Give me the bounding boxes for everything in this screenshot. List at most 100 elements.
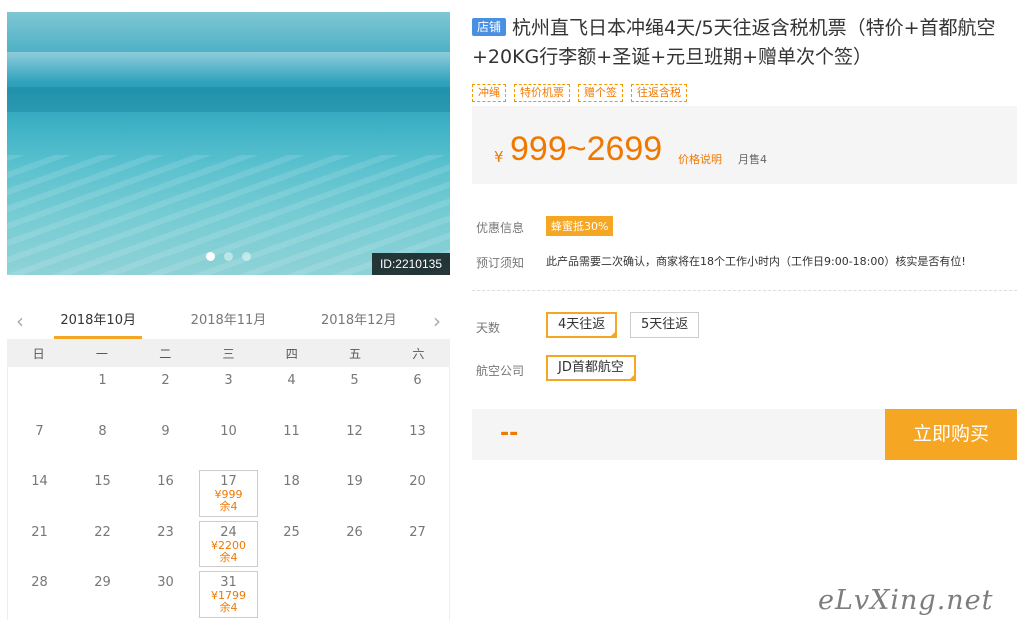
promo-label: 优惠信息 xyxy=(476,221,525,235)
calendar-day: 25 xyxy=(260,519,323,570)
calendar-day: 7 xyxy=(8,418,71,469)
chevron-left-icon[interactable]: ‹ xyxy=(7,309,33,333)
calendar-day-number: 19 xyxy=(346,474,363,489)
calendar-day: 15 xyxy=(71,468,134,519)
calendar-day: 14 xyxy=(8,468,71,519)
weekday-mon: 一 xyxy=(95,346,108,361)
days-label: 天数 xyxy=(476,321,501,335)
calendar-day: 23 xyxy=(134,519,197,570)
calendar-day-number: 25 xyxy=(283,524,300,540)
price-range: 999~2699 xyxy=(510,130,663,168)
weekday-wed: 三 xyxy=(222,346,235,361)
calendar-day: 13 xyxy=(386,418,449,469)
calendar-day-number: 6 xyxy=(413,373,422,388)
option-4-days-label: 4天往返 xyxy=(558,317,606,332)
calendar-day: 2 xyxy=(134,367,197,418)
product-tags: 冲绳 特价机票 赠个签 往返含税 xyxy=(472,84,687,102)
calendar-empty-cell xyxy=(260,569,323,620)
calendar-day: 20 xyxy=(386,468,449,519)
calendar-day: 30 xyxy=(134,569,197,620)
notice-label: 预订须知 xyxy=(476,256,525,270)
calendar-day: 4 xyxy=(260,367,323,418)
calendar-day-number: 23 xyxy=(157,524,174,540)
site-watermark: eLvXing.net xyxy=(818,585,994,616)
carousel-dot-3[interactable] xyxy=(242,252,251,261)
calendar-day-number: 1 xyxy=(98,373,107,388)
carousel-dot-2[interactable] xyxy=(224,252,233,261)
carousel-dots[interactable] xyxy=(206,252,251,261)
month-tab-3[interactable]: 2018年12月 xyxy=(315,303,403,339)
calendar-day-number: 18 xyxy=(283,474,300,489)
weekday-sat: 六 xyxy=(412,346,425,361)
buy-bar: -- 立即购买 xyxy=(472,409,1017,460)
promo-badge: 蜂蜜抵30% xyxy=(546,216,614,236)
calendar-day-number: 14 xyxy=(31,474,48,489)
calendar-day: 6 xyxy=(386,367,449,418)
calendar-day-number: 17 xyxy=(220,474,237,489)
option-5-days-label: 5天往返 xyxy=(641,317,689,332)
calendar-day-available[interactable]: 17 ¥999 余4 xyxy=(199,470,258,517)
calendar-day: 26 xyxy=(323,519,386,570)
calendar-day-number: 28 xyxy=(31,575,48,590)
tag-free-visa: 赠个签 xyxy=(578,84,623,102)
calendar-day-number: 4 xyxy=(287,373,296,388)
calendar-day: 29 xyxy=(71,569,134,620)
product-image[interactable]: ID:2210135 xyxy=(7,12,450,275)
calendar-day-number: 22 xyxy=(94,524,111,540)
calendar-day-available[interactable]: 24 ¥2200 余4 xyxy=(199,520,258,567)
calendar-day-number: 9 xyxy=(161,423,170,439)
calendar-day: 12 xyxy=(323,418,386,469)
selected-price: -- xyxy=(500,421,519,446)
calendar-day-stock: 余4 xyxy=(219,500,238,513)
option-4-days[interactable]: 4天往返 ✓ xyxy=(546,312,618,338)
option-airline-jd[interactable]: JD首都航空 ✓ xyxy=(546,355,636,381)
calendar-day: 19 xyxy=(323,468,386,519)
calendar-day: 10 xyxy=(197,418,260,469)
calendar-day-number: 5 xyxy=(350,373,359,388)
buy-now-button[interactable]: 立即购买 xyxy=(885,409,1017,460)
calendar-day-number: 12 xyxy=(346,423,363,439)
product-title: 杭州直飞日本冲绳4天/5天往返含税机票（特价+首都航空+20KG行李额+圣诞+元… xyxy=(472,17,996,68)
tag-special-ticket: 特价机票 xyxy=(514,84,570,102)
price-explain-link[interactable]: 价格说明 xyxy=(678,151,722,167)
option-5-days[interactable]: 5天往返 xyxy=(630,312,700,338)
month-tab-1[interactable]: 2018年10月 xyxy=(54,303,142,339)
calendar-day-number: 16 xyxy=(157,474,174,489)
calendar-day: 8 xyxy=(71,418,134,469)
calendar-day: 3 xyxy=(197,367,260,418)
tag-round-trip-tax: 往返含税 xyxy=(631,84,687,102)
check-icon: ✓ xyxy=(610,329,616,336)
price-panel: ¥ 999~2699 价格说明 月售4 xyxy=(472,106,1017,184)
currency-symbol: ¥ xyxy=(494,148,504,166)
product-title-block: 店铺 杭州直飞日本冲绳4天/5天往返含税机票（特价+首都航空+20KG行李额+圣诞… xyxy=(472,14,1017,72)
calendar-day: 28 xyxy=(8,569,71,620)
calendar-day: 9 xyxy=(134,418,197,469)
option-airline-jd-label: JD首都航空 xyxy=(558,360,624,375)
calendar-day-stock: 余4 xyxy=(219,601,238,614)
calendar-empty-cell xyxy=(8,367,71,418)
calendar-month-nav: ‹ 2018年10月 2018年11月 2018年12月 › xyxy=(7,303,450,339)
calendar-grid: 1 2 3 4 5 6 7 8 9 10 11 12 13 14 15 16 17 ¥999 余4 18 19 20 21 2… xyxy=(7,367,450,620)
calendar-day: 5 xyxy=(323,367,386,418)
calendar-day-available[interactable]: 31 ¥1799 余4 xyxy=(199,571,258,618)
calendar-day-number: 26 xyxy=(346,524,363,540)
calendar-day-number: 30 xyxy=(157,575,174,590)
airline-label: 航空公司 xyxy=(476,364,525,378)
month-tab-2[interactable]: 2018年11月 xyxy=(185,303,273,339)
calendar-day: 22 xyxy=(71,519,134,570)
product-id-label: ID:2210135 xyxy=(371,253,450,275)
carousel-dot-1[interactable] xyxy=(206,252,215,261)
calendar-day-number: 15 xyxy=(94,474,111,489)
weekday-tue: 二 xyxy=(159,346,172,361)
calendar-day-number: 8 xyxy=(98,423,107,439)
shop-badge[interactable]: 店铺 xyxy=(472,18,507,36)
calendar-day: 27 xyxy=(386,519,449,570)
calendar-day-price: ¥2200 xyxy=(211,538,246,552)
notice-text: 此产品需要二次确认，商家将在18个工作小时内（工作日9:00-18:00）核实是… xyxy=(546,255,966,268)
chevron-right-icon[interactable]: › xyxy=(424,309,450,333)
monthly-sales: 月售4 xyxy=(738,153,767,166)
price-calendar: ‹ 2018年10月 2018年11月 2018年12月 › 日 一 二 三 四… xyxy=(7,303,450,620)
check-icon: ✓ xyxy=(628,372,634,379)
calendar-day-number: 2 xyxy=(161,373,170,388)
section-divider xyxy=(472,290,1017,291)
